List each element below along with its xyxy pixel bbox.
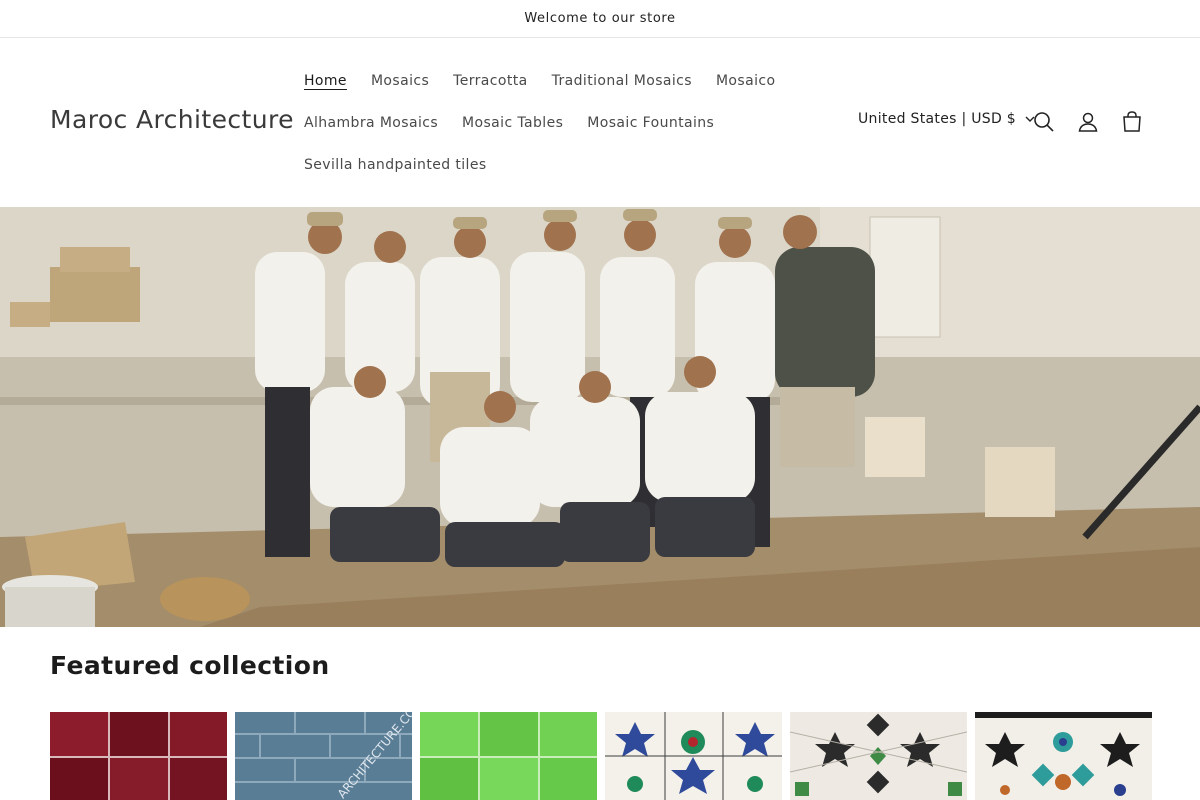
product-card-star-mosaic-blue[interactable]	[605, 712, 782, 800]
product-card-star-mosaic-teal[interactable]	[975, 712, 1152, 800]
site-header: Maroc Architecture Home Mosaics Terracot…	[0, 39, 1200, 207]
product-card-green-zellige[interactable]	[420, 712, 597, 800]
nav-mosaico[interactable]: Mosaico	[704, 69, 787, 93]
announcement-text: Welcome to our store	[524, 11, 676, 26]
nav-sevilla-handpainted-tiles[interactable]: Sevilla handpainted tiles	[292, 153, 499, 177]
product-image	[50, 712, 227, 800]
country-selector-label: United States | USD $	[858, 111, 1016, 127]
country-selector[interactable]: United States | USD $	[858, 111, 1036, 127]
product-image	[975, 712, 1152, 800]
product-grid: ARCHITECTURE.COM	[50, 712, 1152, 800]
hero-banner	[0, 207, 1200, 627]
cart-icon[interactable]	[1118, 108, 1146, 136]
product-image	[790, 712, 967, 800]
nav-row-1: Home Mosaics Terracotta Traditional Mosa…	[292, 69, 787, 93]
product-card-blue-subway[interactable]: ARCHITECTURE.COM	[235, 712, 412, 800]
product-image: ARCHITECTURE.COM	[235, 712, 412, 800]
search-icon[interactable]	[1030, 108, 1058, 136]
announcement-bar: Welcome to our store	[0, 0, 1200, 38]
nav-traditional-mosaics[interactable]: Traditional Mosaics	[540, 69, 704, 93]
product-card-red-zellige[interactable]	[50, 712, 227, 800]
store-logo[interactable]: Maroc Architecture	[50, 105, 294, 134]
nav-home[interactable]: Home	[292, 69, 359, 93]
account-icon[interactable]	[1074, 108, 1102, 136]
nav-mosaic-tables[interactable]: Mosaic Tables	[450, 111, 575, 135]
hero-image	[0, 207, 1200, 627]
nav-terracotta[interactable]: Terracotta	[441, 69, 539, 93]
product-image	[420, 712, 597, 800]
nav-mosaics[interactable]: Mosaics	[359, 69, 441, 93]
nav-row-2: Alhambra Mosaics Mosaic Tables Mosaic Fo…	[292, 111, 726, 135]
nav-alhambra-mosaics[interactable]: Alhambra Mosaics	[292, 111, 450, 135]
featured-collection-title: Featured collection	[50, 651, 330, 680]
nav-mosaic-fountains[interactable]: Mosaic Fountains	[575, 111, 726, 135]
nav-row-3: Sevilla handpainted tiles	[292, 153, 499, 177]
product-image	[605, 712, 782, 800]
product-card-star-mosaic-black[interactable]	[790, 712, 967, 800]
